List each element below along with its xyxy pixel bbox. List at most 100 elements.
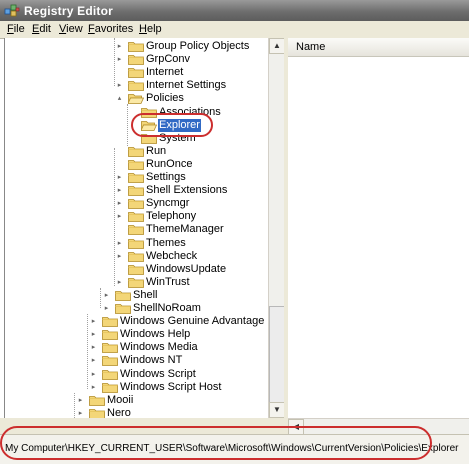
expand-icon[interactable]: ▸	[103, 292, 110, 299]
expand-icon[interactable]: ▸	[116, 187, 123, 194]
folder-icon	[128, 210, 144, 223]
expand-icon[interactable]: ▸	[90, 371, 97, 378]
tree-item[interactable]: ▸ GrpConv	[114, 53, 269, 66]
tree-item-label: Shell	[133, 288, 158, 301]
tree-item[interactable]: WindowsUpdate	[114, 263, 269, 276]
expand-icon[interactable]: ▸	[90, 357, 97, 364]
title-bar: Registry Editor	[0, 0, 469, 21]
tree-item[interactable]: ▸ Themes	[114, 237, 269, 250]
expand-icon[interactable]: ▸	[116, 200, 123, 207]
menu-view[interactable]: View	[59, 23, 83, 35]
expand-icon[interactable]: ▸	[116, 279, 123, 286]
scroll-thumb[interactable]	[269, 306, 285, 406]
tree-item-label: Internet Settings	[146, 79, 227, 92]
expand-icon[interactable]: ▸	[90, 344, 97, 351]
tree-item[interactable]: Run	[114, 145, 269, 158]
expand-icon[interactable]: ▸	[116, 56, 123, 63]
tree-item[interactable]: ▸ Mooii	[75, 394, 269, 407]
tree-item[interactable]: ▴ Policies	[114, 92, 269, 105]
registry-tree[interactable]: ▸ Group Policy Objects ▸ GrpConv Internet ▸ In…	[4, 38, 269, 418]
tree-item[interactable]: RunOnce	[114, 158, 269, 171]
folder-icon	[128, 250, 144, 262]
tree-item[interactable]: ▸ Windows Genuine Advantage	[88, 315, 269, 328]
tree-item-label: ThemeManager	[146, 223, 224, 236]
tree-item-label: RunOnce	[146, 157, 193, 170]
folder-icon	[102, 328, 118, 341]
tree-item-label: Windows NT	[120, 354, 183, 367]
folder-icon	[128, 171, 144, 183]
tree-item-label: Nero	[107, 406, 131, 418]
tree-item[interactable]: ▸ Windows Help	[88, 328, 269, 341]
folder-icon	[128, 263, 144, 275]
open-folder-icon	[127, 92, 145, 105]
expand-icon[interactable]: ▸	[116, 240, 123, 247]
folder-icon	[128, 79, 144, 92]
menu-favorites[interactable]: Favorites	[88, 23, 133, 35]
folder-icon	[128, 40, 144, 52]
tree-item-label: Webcheck	[146, 249, 198, 262]
folder-icon	[128, 145, 144, 157]
tree-item[interactable]: ▸ Shell Extensions	[114, 184, 269, 197]
column-header-label: Name	[296, 41, 326, 53]
tree-item-label: Internet	[146, 66, 184, 79]
status-highlight-oval	[0, 426, 432, 460]
expand-icon[interactable]: ▸	[116, 43, 123, 50]
folder-icon	[89, 407, 105, 418]
expand-icon[interactable]: ▸	[77, 410, 84, 417]
tree-item-label: Group Policy Objects	[146, 40, 250, 52]
scroll-up-button[interactable]: ▲	[269, 38, 285, 54]
tree-item-label: ShellNoRoam	[133, 302, 201, 314]
tree-item-label: Windows Script	[120, 367, 196, 380]
expand-icon[interactable]: ▸	[103, 305, 110, 312]
folder-icon	[128, 53, 144, 65]
tree-item[interactable]: Internet	[114, 66, 269, 79]
tree-item-label: Policies	[146, 92, 184, 105]
registry-editor-icon	[4, 4, 20, 17]
expand-icon[interactable]: ▸	[90, 318, 97, 325]
folder-icon	[102, 368, 118, 380]
menu-help[interactable]: Help	[139, 23, 162, 35]
expand-icon[interactable]: ▸	[116, 82, 123, 89]
tree-item[interactable]: ▸ Syncmgr	[114, 197, 269, 210]
tree-item-label: Run	[146, 144, 167, 157]
tree-item[interactable]: ▸ Windows NT	[88, 354, 269, 367]
expand-icon[interactable]: ▸	[116, 213, 123, 220]
scroll-down-button[interactable]: ▼	[269, 402, 285, 418]
menu-file[interactable]: File	[7, 23, 25, 35]
tree-item[interactable]: ▸ Windows Script Host	[88, 381, 269, 394]
expand-icon[interactable]: ▸	[116, 174, 123, 181]
expand-icon[interactable]: ▸	[90, 384, 97, 391]
menu-bar: File Edit View Favorites Help	[0, 21, 469, 39]
tree-item[interactable]: ▸ Nero	[75, 407, 269, 418]
collapse-icon[interactable]: ▴	[116, 95, 123, 102]
tree-item[interactable]: ▸ Group Policy Objects	[114, 40, 269, 53]
tree-item[interactable]: ▸ WinTrust	[114, 276, 269, 289]
tree-item-label: Shell Extensions	[146, 184, 228, 197]
folder-icon	[128, 66, 144, 79]
values-list[interactable]: Name	[288, 38, 469, 418]
tree-item-label: Windows Genuine Advantage	[120, 315, 265, 328]
tree-item[interactable]: ▸ Telephony	[114, 210, 269, 223]
tree-item-label: GrpConv	[146, 53, 191, 66]
folder-icon	[115, 289, 131, 301]
expand-icon[interactable]: ▸	[90, 331, 97, 338]
folder-icon	[115, 302, 131, 314]
expand-icon[interactable]: ▸	[77, 397, 84, 404]
folder-icon	[89, 394, 105, 406]
tree-item[interactable]: ▸ Settings	[114, 171, 269, 184]
tree-item[interactable]: ▸ Shell	[101, 289, 269, 302]
tree-vertical-scrollbar[interactable]: ▲ ▼	[268, 38, 285, 418]
tree-item[interactable]: ▸ ShellNoRoam	[101, 302, 269, 315]
folder-icon	[128, 158, 144, 170]
tree-item[interactable]: ThemeManager	[114, 223, 269, 236]
column-header-name[interactable]: Name	[288, 38, 469, 57]
menu-edit[interactable]: Edit	[32, 23, 51, 35]
expand-icon[interactable]: ▸	[116, 253, 123, 260]
tree-item[interactable]: ▸ Internet Settings	[114, 79, 269, 92]
tree-item[interactable]: ▸ Windows Media	[88, 341, 269, 354]
tree-item[interactable]: ▸ Webcheck	[114, 250, 269, 263]
tree-item-label: Themes	[146, 236, 186, 249]
window-title: Registry Editor	[24, 4, 114, 18]
folder-icon	[128, 276, 144, 288]
tree-item[interactable]: ▸ Windows Script	[88, 368, 269, 381]
